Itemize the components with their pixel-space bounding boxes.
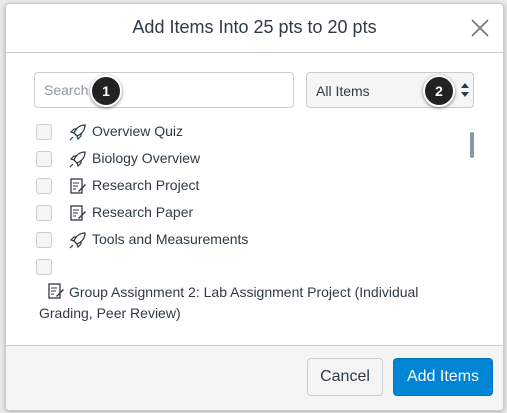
add-items-button[interactable]: Add Items (393, 358, 493, 396)
callout-badge-2: 2 (423, 75, 455, 107)
dialog-title: Add Items Into 25 pts to 20 pts (132, 17, 377, 37)
item-checkbox[interactable] (36, 259, 52, 275)
item-label: Tools and Measurements (92, 231, 249, 247)
item-label: Overview Quiz (92, 123, 184, 139)
callout-badge-1: 1 (90, 75, 122, 107)
assignment-icon (48, 283, 64, 299)
search-input[interactable] (34, 72, 294, 108)
add-items-dialog: Add Items Into 25 pts to 20 pts 1 All It… (5, 3, 504, 411)
item-label: Biology Overview (92, 150, 201, 166)
item-label: Research Paper (92, 204, 194, 220)
item-checkbox[interactable] (36, 205, 52, 221)
quiz-rocket-icon (69, 151, 86, 168)
list-item: Group Assignment 2: Lab Assignment Proje… (39, 282, 439, 324)
close-icon[interactable] (469, 17, 491, 39)
quiz-rocket-icon (69, 232, 86, 249)
item-checkbox[interactable] (36, 124, 52, 140)
items-list[interactable]: Overview Quiz Biology Overview Research … (6, 118, 503, 348)
select-arrows-icon (461, 83, 469, 97)
scrollbar-thumb[interactable] (470, 132, 474, 158)
assignment-icon (70, 178, 86, 194)
dialog-header: Add Items Into 25 pts to 20 pts (6, 4, 503, 53)
quiz-rocket-icon (69, 124, 86, 141)
cancel-button[interactable]: Cancel (307, 358, 383, 396)
assignment-icon (70, 205, 86, 221)
item-type-select-value: All Items (316, 83, 370, 99)
item-checkbox[interactable] (36, 178, 52, 194)
dialog-footer: Cancel Add Items (6, 345, 503, 410)
item-label: Group Assignment 2: Lab Assignment Proje… (39, 284, 419, 321)
item-label: Research Project (92, 177, 200, 193)
item-checkbox[interactable] (36, 151, 52, 167)
item-checkbox[interactable] (36, 232, 52, 248)
